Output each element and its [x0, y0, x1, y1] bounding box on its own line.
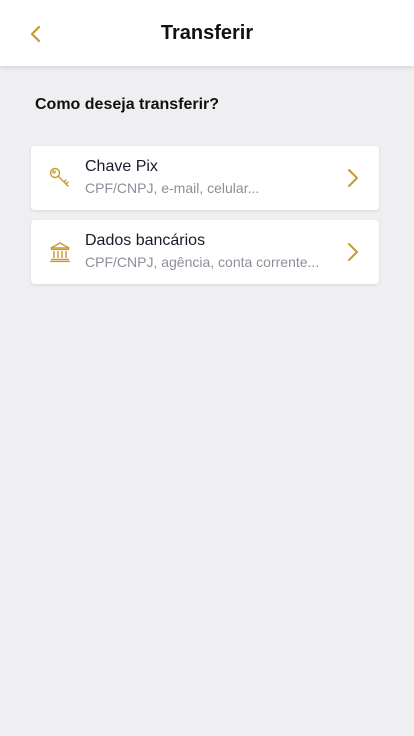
key-icon [49, 167, 69, 187]
top-app-bar: Transferir [0, 0, 414, 66]
chevron-right-icon [348, 243, 358, 261]
chevron-right-icon [348, 169, 358, 187]
bank-icon [50, 242, 70, 263]
page-title: Transferir [160, 22, 254, 44]
option-subtitle: CPF/CNPJ, agência, conta corrente... [85, 254, 320, 270]
option-dados-bancarios[interactable]: Dados bancários CPF/CNPJ, agência, conta… [31, 220, 379, 284]
option-title: Chave Pix [85, 158, 158, 175]
option-chave-pix[interactable]: Chave Pix CPF/CNPJ, e-mail, celular... [31, 146, 379, 210]
option-title: Dados bancários [85, 232, 206, 249]
section-question: Como deseja transferir? [35, 96, 220, 113]
option-subtitle: CPF/CNPJ, e-mail, celular... [85, 180, 260, 196]
